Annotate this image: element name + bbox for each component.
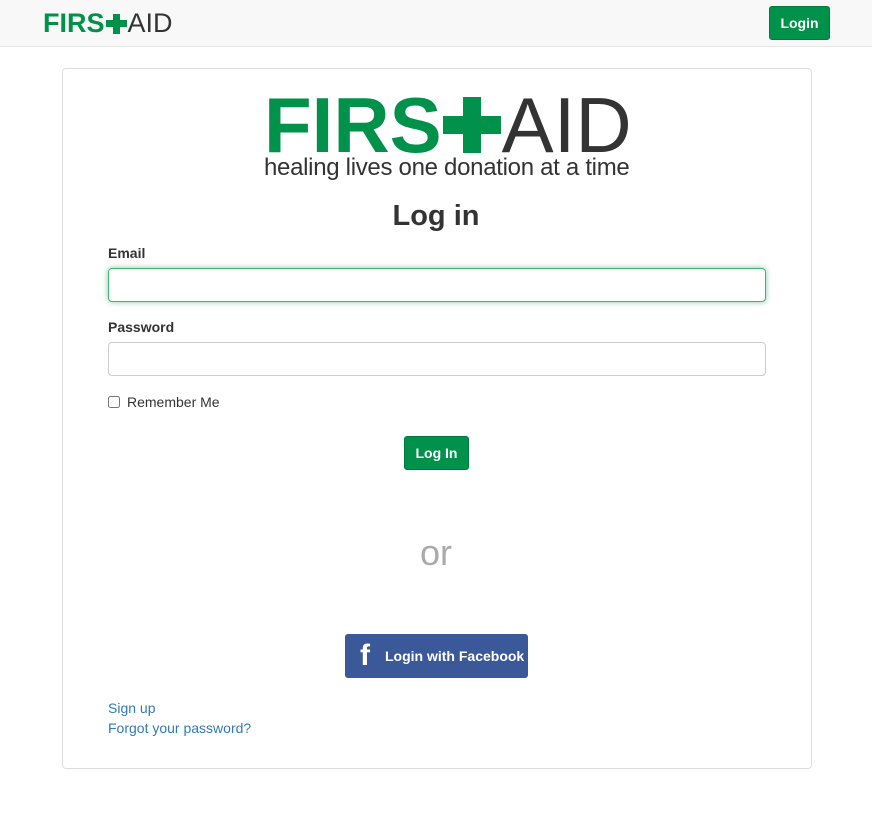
log-in-button[interactable]: Log In — [404, 436, 469, 470]
password-label: Password — [108, 319, 175, 335]
sign-up-link[interactable]: Sign up — [108, 700, 155, 716]
facebook-login-button[interactable]: f Login with Facebook — [345, 634, 528, 678]
facebook-login-label: Login with Facebook — [385, 648, 525, 664]
remember-me: Remember Me — [108, 394, 220, 410]
forgot-password-link[interactable]: Forgot your password? — [108, 720, 251, 736]
remember-me-checkbox[interactable] — [108, 396, 120, 408]
email-label: Email — [108, 245, 146, 261]
facebook-icon: f — [360, 639, 370, 672]
brand-tagline: healing lives one donation at a time — [264, 154, 630, 181]
remember-me-label: Remember Me — [127, 394, 220, 410]
navbar-logo[interactable]: FIRS AID — [43, 10, 173, 37]
email-field[interactable] — [108, 268, 766, 302]
plus-icon — [442, 97, 501, 153]
or-divider: or — [419, 532, 452, 573]
navbar: FIRS AID Login — [0, 0, 872, 47]
page-title: Log in — [392, 200, 480, 232]
navbar-login-button[interactable]: Login — [769, 6, 830, 40]
brand-logo: FIRS AID — [264, 81, 632, 169]
plus-icon — [105, 13, 127, 34]
password-field[interactable] — [108, 342, 766, 376]
